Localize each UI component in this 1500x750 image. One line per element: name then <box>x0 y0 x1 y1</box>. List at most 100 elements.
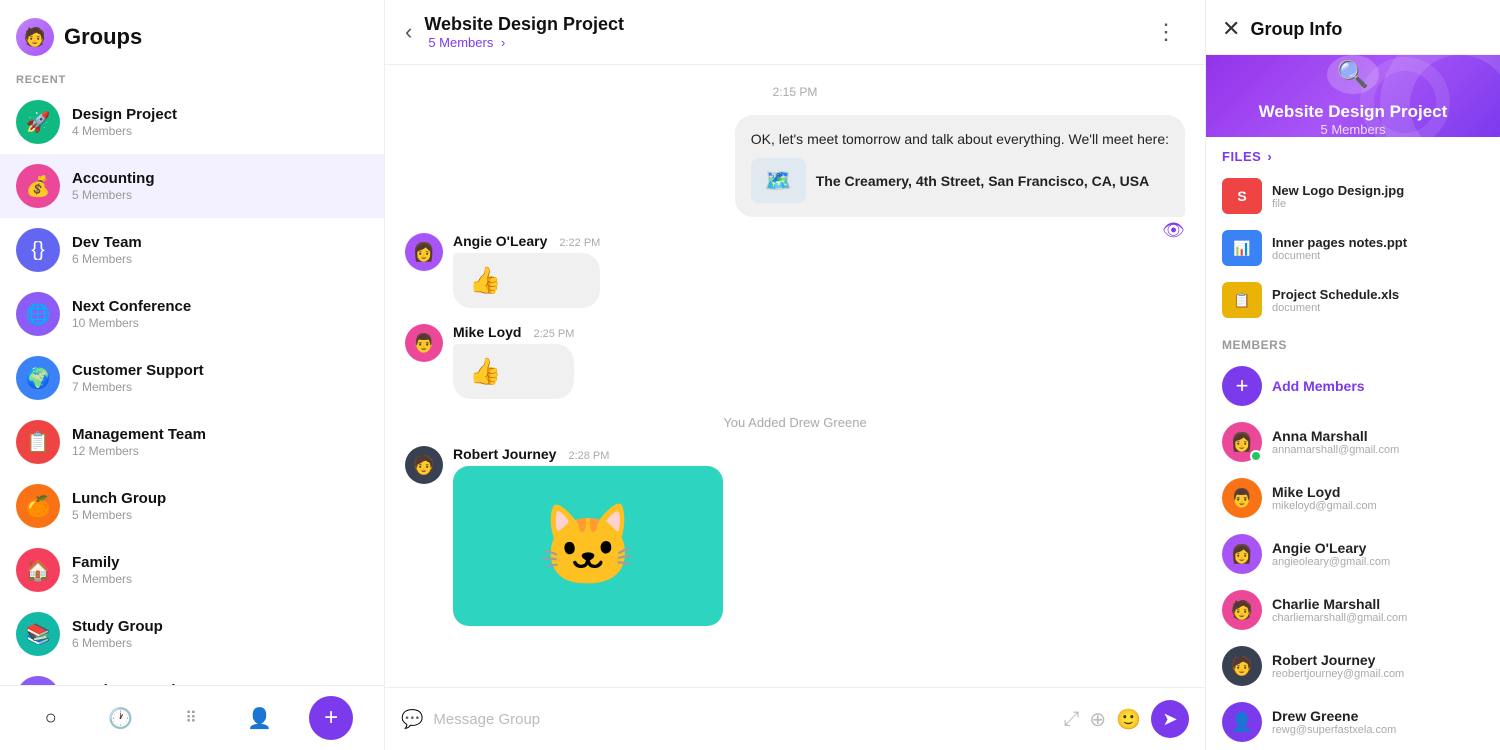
chat-icon[interactable]: ○ <box>31 698 71 738</box>
map-thumbnail: 🗺️ <box>751 158 806 203</box>
group-info-accounting: Accounting 5 Members <box>72 170 368 202</box>
group-item-freelance-project[interactable]: ⚙️ Freelance Project 4 Members <box>0 666 384 685</box>
group-item-management-team[interactable]: 📋 Management Team 12 Members <box>0 410 384 474</box>
cat-image: 🐱 <box>538 499 638 593</box>
file-name-file2: Inner pages notes.ppt <box>1272 235 1484 250</box>
chat-subtitle[interactable]: 5 Members › <box>424 35 1135 50</box>
group-list: 🚀 Design Project 4 Members 💰 Accounting … <box>0 90 384 685</box>
group-item-family[interactable]: 🏠 Family 3 Members <box>0 538 384 602</box>
add-member-row[interactable]: + Add Members <box>1206 358 1500 414</box>
panel-close-button[interactable]: ✕ <box>1222 16 1240 42</box>
group-item-dev-team[interactable]: {} Dev Team 6 Members <box>0 218 384 282</box>
member-name-mike: Mike Loyd <box>1272 484 1484 500</box>
chat-menu-button[interactable]: ⋮ <box>1147 15 1185 49</box>
member-email-charlie: charliemarshall@gmail.com <box>1272 612 1484 624</box>
add-member-button[interactable]: + <box>1222 366 1262 406</box>
sender-name-mike: Mike Loyd <box>453 324 521 340</box>
chat-area: ‹ Website Design Project 5 Members › ⋮ 2… <box>385 0 1205 750</box>
member-email-angie: angieoleary@gmail.com <box>1272 556 1484 568</box>
group-info-management-team: Management Team 12 Members <box>72 426 368 458</box>
group-item-next-conference[interactable]: 🌐 Next Conference 10 Members <box>0 282 384 346</box>
groups-icon[interactable]: ⠿ <box>170 698 210 738</box>
group-info-lunch-group: Lunch Group 5 Members <box>72 490 368 522</box>
file-thumb-file1: S <box>1222 178 1262 214</box>
avatar-angie: 👩 <box>405 233 443 271</box>
member-info-drew: Drew Greene rewg@superfastxela.com <box>1272 708 1484 736</box>
message-content-mike: Mike Loyd 2:25 PM 👍 <box>453 324 574 399</box>
sender-name-robert: Robert Journey <box>453 446 556 462</box>
group-item-design-project[interactable]: 🚀 Design Project 4 Members <box>0 90 384 154</box>
file-item-file1[interactable]: S New Logo Design.jpg file <box>1206 170 1500 222</box>
message-map: 🗺️ The Creamery, 4th Street, San Francis… <box>751 158 1169 203</box>
member-row-anna[interactable]: 👩 Anna Marshall annamarshall@gmail.com <box>1206 414 1500 470</box>
group-name-customer-support: Customer Support <box>72 362 368 379</box>
group-icon-lunch-group: 🍊 <box>16 484 60 528</box>
timestamp-1: 2:15 PM <box>405 85 1185 99</box>
file-item-file2[interactable]: 📊 Inner pages notes.ppt document <box>1206 222 1500 274</box>
group-info-next-conference: Next Conference 10 Members <box>72 298 368 330</box>
group-members-customer-support: 7 Members <box>72 380 368 394</box>
chat-input-bar: 💬 ⤢ ⊕ 🙂 ➤ <box>385 687 1205 750</box>
group-info-study-group: Study Group 6 Members <box>72 618 368 650</box>
member-row-robert[interactable]: 🧑 Robert Journey reobertjourney@gmail.co… <box>1206 638 1500 694</box>
member-email-drew: rewg@superfastxela.com <box>1272 724 1484 736</box>
member-row-mike[interactable]: 👨 Mike Loyd mikeloyd@gmail.com <box>1206 470 1500 526</box>
add-member-label: Add Members <box>1272 378 1365 394</box>
group-icon-design-project: 🚀 <box>16 100 60 144</box>
message-right-1: OK, let's meet tomorrow and talk about e… <box>405 115 1185 217</box>
member-row-drew[interactable]: 👤 Drew Greene rewg@superfastxela.com <box>1206 694 1500 750</box>
group-item-accounting[interactable]: 💰 Accounting 5 Members <box>0 154 384 218</box>
sidebar-title: Groups <box>64 24 142 50</box>
online-indicator-anna <box>1250 450 1262 462</box>
group-name-dev-team: Dev Team <box>72 234 368 251</box>
message-input[interactable] <box>433 703 1053 736</box>
group-members-design-project: 4 Members <box>72 124 368 138</box>
member-row-charlie[interactable]: 🧑 Charlie Marshall charliemarshall@gmail… <box>1206 582 1500 638</box>
group-name-family: Family <box>72 554 368 571</box>
file-thumb-file2: 📊 <box>1222 230 1262 266</box>
member-row-angie[interactable]: 👩 Angie O'Leary angieoleary@gmail.com <box>1206 526 1500 582</box>
emoji-icon[interactable]: 🙂 <box>1116 707 1141 732</box>
message-left-mike: 👨 Mike Loyd 2:25 PM 👍 <box>405 324 1185 399</box>
group-icon-management-team: 📋 <box>16 420 60 464</box>
file-item-file3[interactable]: 📋 Project Schedule.xls document <box>1206 274 1500 326</box>
member-info-charlie: Charlie Marshall charliemarshall@gmail.c… <box>1272 596 1484 624</box>
member-info-robert: Robert Journey reobertjourney@gmail.com <box>1272 652 1484 680</box>
member-avatar-drew: 👤 <box>1222 702 1262 742</box>
panel-banner: 🔍 Website Design Project 5 Members <box>1206 55 1500 137</box>
files-section-label[interactable]: FILES › <box>1206 137 1500 170</box>
group-members-management-team: 12 Members <box>72 444 368 458</box>
group-members-next-conference: 10 Members <box>72 316 368 330</box>
history-icon[interactable]: 🕐 <box>100 698 140 738</box>
group-icon-customer-support: 🌍 <box>16 356 60 400</box>
group-item-lunch-group[interactable]: 🍊 Lunch Group 5 Members <box>0 474 384 538</box>
group-name-study-group: Study Group <box>72 618 368 635</box>
contacts-icon[interactable]: 👤 <box>240 698 280 738</box>
add-attachment-icon[interactable]: ⊕ <box>1089 707 1106 732</box>
system-message: You Added Drew Greene <box>405 415 1185 430</box>
members-section-label: MEMBERS <box>1206 326 1500 358</box>
group-info-design-project: Design Project 4 Members <box>72 106 368 138</box>
user-avatar: 🧑 <box>16 18 54 56</box>
message-text: OK, let's meet tomorrow and talk about e… <box>751 129 1169 150</box>
member-email-robert: reobertjourney@gmail.com <box>1272 668 1484 680</box>
recent-label: RECENT <box>0 66 384 90</box>
member-info-anna: Anna Marshall annamarshall@gmail.com <box>1272 428 1484 456</box>
send-button[interactable]: ➤ <box>1151 700 1189 738</box>
group-item-customer-support[interactable]: 🌍 Customer Support 7 Members <box>0 346 384 410</box>
expand-icon[interactable]: ⤢ <box>1063 708 1079 731</box>
chat-title: Website Design Project <box>424 14 1135 35</box>
sidebar-bottom: ○ 🕐 ⠿ 👤 + <box>0 685 384 750</box>
file-type-file2: document <box>1272 250 1484 262</box>
members-list: 👩 Anna Marshall annamarshall@gmail.com 👨… <box>1206 414 1500 750</box>
add-button[interactable]: + <box>309 696 353 740</box>
group-icon-freelance-project: ⚙️ <box>16 676 60 685</box>
group-members-dev-team: 6 Members <box>72 252 368 266</box>
member-email-anna: annamarshall@gmail.com <box>1272 444 1484 456</box>
group-item-study-group[interactable]: 📚 Study Group 6 Members <box>0 602 384 666</box>
back-button[interactable]: ‹ <box>405 19 412 45</box>
member-email-mike: mikeloyd@gmail.com <box>1272 500 1484 512</box>
message-content-robert: Robert Journey 2:28 PM 🐱 <box>453 446 723 626</box>
file-type-file1: file <box>1272 198 1484 210</box>
member-info-angie: Angie O'Leary angieoleary@gmail.com <box>1272 540 1484 568</box>
